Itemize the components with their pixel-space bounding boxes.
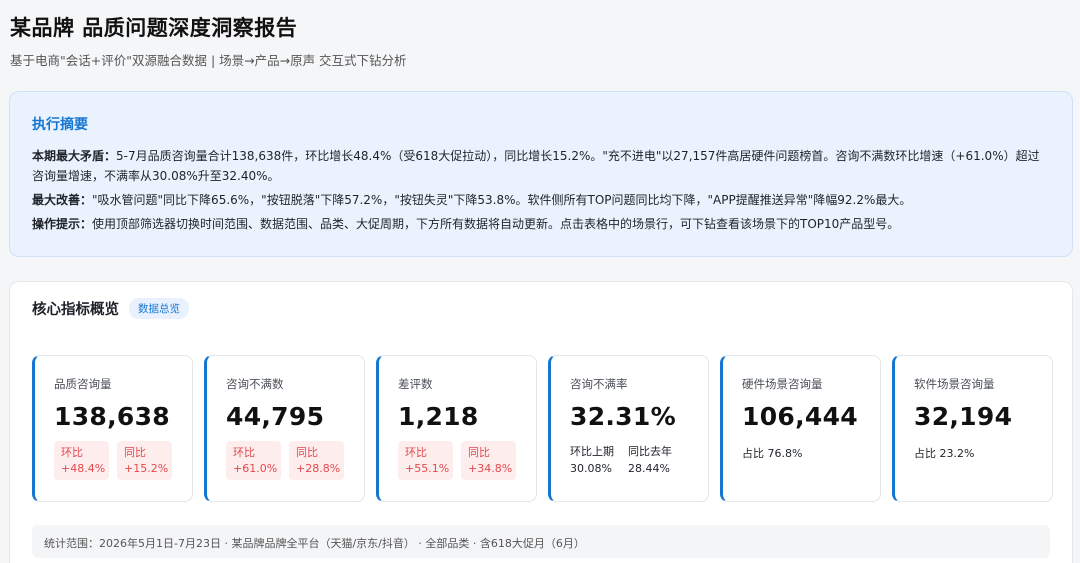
kpi-card-share: 占比 23.2% — [914, 447, 975, 460]
kpi-card-value: 32.31% — [570, 402, 676, 431]
last-year-value: 28.44% — [628, 462, 670, 475]
mom-value: +55.1% — [405, 462, 450, 475]
kpi-card-label: 差评数 — [398, 377, 433, 391]
kpi-card-value: 138,638 — [54, 402, 170, 431]
rate-comparison: 环比上期 30.08% 同比去年 28.44% — [570, 443, 708, 477]
summary-item-label: 操作提示： — [32, 217, 93, 231]
mom-chip: 环比 +48.4% — [54, 441, 109, 480]
mom-value: +48.4% — [61, 462, 106, 475]
previous-period: 环比上期 30.08% — [570, 443, 614, 477]
mom-chip: 环比 +61.0% — [226, 441, 281, 480]
kpi-card-label: 品质咨询量 — [54, 377, 112, 391]
kpi-panel-header: 核心指标概览 数据总览 — [32, 298, 189, 319]
summary-item-text: 使用顶部筛选器切换时间范围、数据范围、品类、大促周期，下方所有数据将自动更新。点… — [92, 217, 900, 231]
summary-item-label: 最大改善： — [32, 193, 93, 207]
kpi-panel: 核心指标概览 数据总览 品质咨询量 138,638 环比 +48.4% 同比 +… — [9, 281, 1073, 563]
kpi-card-label: 硬件场景咨询量 — [742, 377, 823, 391]
kpi-card-value: 44,795 — [226, 402, 325, 431]
yoy-value: +15.2% — [124, 462, 169, 475]
kpi-change-chips: 环比 +48.4% 同比 +15.2% — [54, 441, 192, 480]
previous-period-label: 环比上期 — [570, 445, 614, 458]
yoy-label: 同比 — [296, 446, 318, 459]
kpi-change-chips: 环比 +55.1% 同比 +34.8% — [398, 441, 536, 480]
yoy-label: 同比 — [124, 446, 146, 459]
kpi-card-software-inquiries: 软件场景咨询量 32,194 占比 23.2% — [892, 355, 1053, 502]
yoy-label: 同比 — [468, 446, 490, 459]
kpi-card-share: 占比 76.8% — [742, 447, 803, 460]
kpi-card-hardware-inquiries: 硬件场景咨询量 106,444 占比 76.8% — [720, 355, 881, 502]
mom-label: 环比 — [233, 446, 255, 459]
page-title: 某品牌 品质问题深度洞察报告 — [10, 16, 298, 40]
summary-item-improvement: 最大改善："吸水管问题"同比下降65.6%，"按钮脱落"下降57.2%，"按钮失… — [32, 190, 1050, 210]
kpi-card-label: 咨询不满数 — [226, 377, 284, 391]
yoy-value: +28.8% — [296, 462, 341, 475]
page-subtitle: 基于电商"会话+评价"双源融合数据 | 场景→产品→原声 交互式下钻分析 — [10, 53, 407, 68]
last-year-label: 同比去年 — [628, 445, 672, 458]
data-overview-badge: 数据总览 — [129, 298, 189, 319]
kpi-card-value: 106,444 — [742, 402, 858, 431]
summary-item-tip: 操作提示：使用顶部筛选器切换时间范围、数据范围、品类、大促周期，下方所有数据将自… — [32, 214, 1050, 234]
yoy-chip: 同比 +28.8% — [289, 441, 344, 480]
kpi-card-quality-inquiries: 品质咨询量 138,638 环比 +48.4% 同比 +15.2% — [32, 355, 193, 502]
mom-chip: 环比 +55.1% — [398, 441, 453, 480]
kpi-panel-title: 核心指标概览 — [32, 302, 119, 318]
last-year: 同比去年 28.44% — [628, 443, 672, 477]
kpi-card-negative-reviews: 差评数 1,218 环比 +55.1% 同比 +34.8% — [376, 355, 537, 502]
mom-label: 环比 — [405, 446, 427, 459]
previous-period-value: 30.08% — [570, 462, 612, 475]
summary-item-text: 5-7月品质咨询量合计138,638件，环比增长48.4%（受618大促拉动），… — [32, 149, 1040, 183]
kpi-card-value: 1,218 — [398, 402, 479, 431]
kpi-change-chips: 环比 +61.0% 同比 +28.8% — [226, 441, 364, 480]
mom-value: +61.0% — [233, 462, 278, 475]
kpi-card-dissatisfaction-rate: 咨询不满率 32.31% 环比上期 30.08% 同比去年 28.44% — [548, 355, 709, 502]
kpi-cards: 品质咨询量 138,638 环比 +48.4% 同比 +15.2% 咨询不满数 … — [32, 355, 1053, 502]
summary-item-conflict: 本期最大矛盾：5-7月品质咨询量合计138,638件，环比增长48.4%（受61… — [32, 146, 1050, 186]
summary-title: 执行摘要 — [32, 117, 88, 133]
statistics-scope-note: 统计范围：2026年5月1日-7月23日 · 某品牌品牌全平台（天猫/京东/抖音… — [32, 525, 1050, 558]
yoy-chip: 同比 +15.2% — [117, 441, 172, 480]
summary-item-label: 本期最大矛盾： — [32, 149, 117, 163]
kpi-card-label: 咨询不满率 — [570, 377, 628, 391]
executive-summary: 执行摘要 本期最大矛盾：5-7月品质咨询量合计138,638件，环比增长48.4… — [9, 91, 1073, 257]
mom-label: 环比 — [61, 446, 83, 459]
kpi-card-value: 32,194 — [914, 402, 1013, 431]
summary-item-text: "吸水管问题"同比下降65.6%，"按钮脱落"下降57.2%，"按钮失灵"下降5… — [92, 193, 912, 207]
yoy-value: +34.8% — [468, 462, 513, 475]
kpi-card-label: 软件场景咨询量 — [914, 377, 995, 391]
yoy-chip: 同比 +34.8% — [461, 441, 516, 480]
kpi-card-dissatisfied-inquiries: 咨询不满数 44,795 环比 +61.0% 同比 +28.8% — [204, 355, 365, 502]
